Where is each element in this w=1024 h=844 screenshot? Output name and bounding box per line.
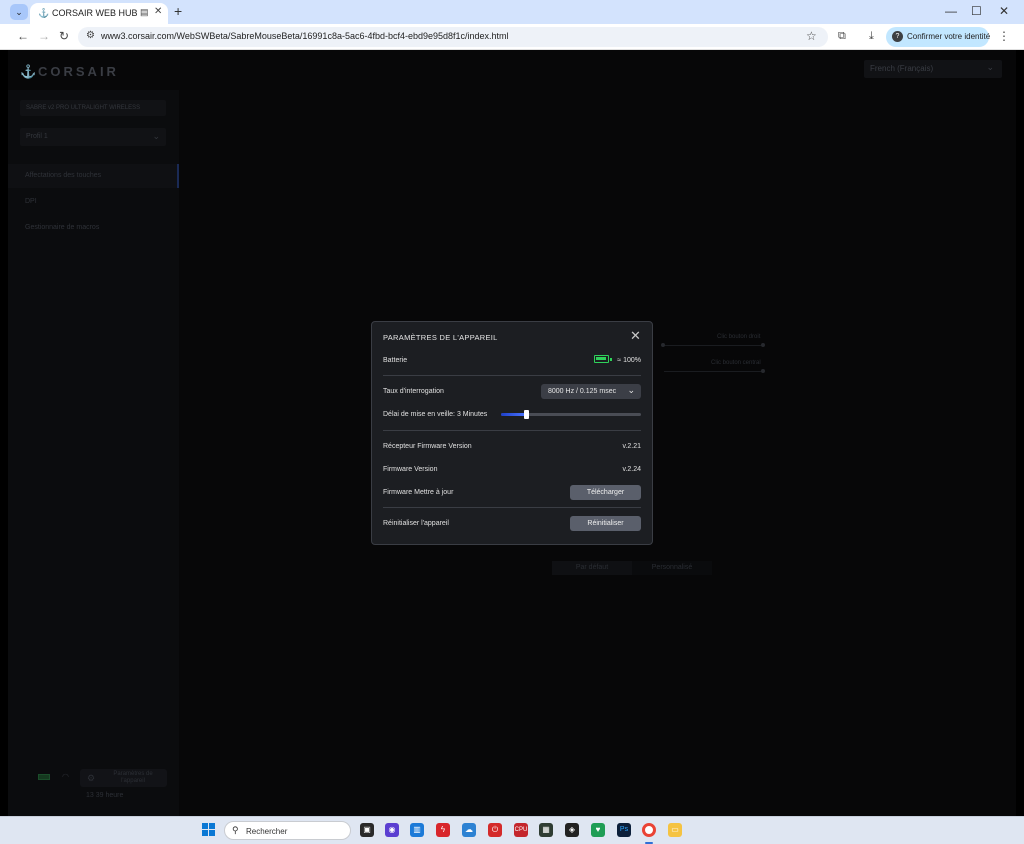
slider-fill <box>501 413 527 416</box>
firmware-value: v.2.24 <box>622 466 641 473</box>
download-button[interactable]: Télécharger <box>570 485 641 500</box>
battery-icon <box>594 355 612 363</box>
corsair-sails-icon: ⚓ <box>20 64 40 79</box>
reload-icon[interactable]: ↻ <box>59 29 69 43</box>
maximize-icon[interactable]: ☐ <box>971 4 982 18</box>
middle-click-label: Clic bouton central <box>711 360 761 366</box>
file-explorer-icon[interactable]: ▭ <box>668 823 682 837</box>
close-icon[interactable]: ✕ <box>630 329 641 342</box>
task-view-icon[interactable]: ▣ <box>360 823 374 837</box>
address-bar[interactable]: ⚙ www3.corsair.com/WebSWBeta/SabreMouseB… <box>78 27 828 47</box>
app-icon[interactable]: ◈ <box>565 823 579 837</box>
firmware-update-label: Firmware Mettre à jour <box>383 489 454 496</box>
battery-value: ≈ 100% <box>617 357 641 364</box>
download-icon[interactable]: ⤓ <box>869 30 874 43</box>
tab-media-icon[interactable]: ▤ <box>140 7 149 18</box>
app-icon[interactable]: ▥ <box>410 823 424 837</box>
divider <box>383 430 641 431</box>
polling-rate-label: Taux d'interrogation <box>383 388 444 395</box>
dialog-title: PARAMÈTRES DE L'APPAREIL <box>383 333 498 342</box>
battery-level-fill <box>596 357 606 360</box>
tab-close-icon[interactable]: ✕ <box>154 6 162 17</box>
windows-taskbar: ⚲ Rechercher ▣ ◉ ▥ ϟ ☁ ⏻ CPU ▦ ◈ ♥ Ps ▭ <box>0 816 1024 844</box>
device-name[interactable]: SABRE v2 PRO ULTRALIGHT WIRELESS <box>20 100 166 116</box>
connector-dot <box>761 343 765 347</box>
new-tab-button[interactable]: + <box>174 3 182 19</box>
bookmark-star-icon[interactable]: ☆ <box>806 29 817 43</box>
battery-icon <box>38 774 50 780</box>
app-icon[interactable]: ☁ <box>462 823 476 837</box>
extensions-icon[interactable]: ⧉ <box>838 30 846 43</box>
app-icon[interactable]: ϟ <box>436 823 450 837</box>
slider-thumb[interactable] <box>524 410 530 419</box>
divider <box>383 375 641 376</box>
receiver-firmware-label: Récepteur Firmware Version <box>383 443 472 450</box>
sidebar-item-dpi[interactable]: DPI <box>8 190 179 214</box>
wireless-icon: ◠ <box>62 772 69 781</box>
power-app-icon[interactable]: ⏻ <box>488 823 502 837</box>
custom-button[interactable]: Personnalisé <box>632 561 712 575</box>
browser-tab[interactable]: ⚓ CORSAIR WEB HUB ▤ ✕ <box>30 3 168 24</box>
divider <box>383 507 641 508</box>
search-icon: ⚲ <box>232 825 239 835</box>
photoshop-icon[interactable]: Ps <box>617 823 631 837</box>
confirm-identity-button[interactable]: ? Confirmer votre identité <box>886 27 990 47</box>
browser-menu-icon[interactable]: ⋮ <box>998 29 1010 43</box>
corsair-logo: ⚓ CORSAIR <box>20 64 119 79</box>
gear-icon: ⚙ <box>87 773 96 783</box>
app-icon[interactable]: ◉ <box>385 823 399 837</box>
url-text[interactable]: www3.corsair.com/WebSWBeta/SabreMouseBet… <box>101 31 509 41</box>
right-click-label: Clic bouton droit <box>717 334 761 340</box>
battery-time-left: 13 39 heure <box>86 792 124 799</box>
taskbar-search-input[interactable]: ⚲ Rechercher <box>224 821 351 840</box>
profile-select[interactable]: Profil 1 ⌄ <box>20 128 166 146</box>
default-button[interactable]: Par défaut <box>552 561 632 575</box>
device-settings-dialog: PARAMÈTRES DE L'APPAREIL ✕ Batterie ≈ 10… <box>371 321 653 545</box>
firmware-label: Firmware Version <box>383 466 438 473</box>
receiver-firmware-value: v.2.21 <box>622 443 641 450</box>
app-icon[interactable]: ▦ <box>539 823 553 837</box>
tab-title: CORSAIR WEB HUB <box>52 8 138 18</box>
connector-line <box>664 371 764 372</box>
chevron-down-icon: ⌄ <box>627 385 635 395</box>
sleep-timeout-label: Délai de mise en veille: 3 Minutes <box>383 411 488 418</box>
browser-tab-bar: ⌄ ⚓ CORSAIR WEB HUB ▤ ✕ + — ☐ ✕ <box>0 0 1024 24</box>
sidebar-item-macros[interactable]: Gestionnaire de macros <box>8 216 179 240</box>
device-settings-button[interactable]: ⚙ Paramètres de l'appareil <box>80 769 167 787</box>
sidebar-item-key-assignments[interactable]: Affectations des touches <box>8 164 179 188</box>
chevron-down-icon: ⌄ <box>152 131 160 141</box>
polling-rate-select[interactable]: 8000 Hz / 0.125 msec ⌄ <box>541 384 641 399</box>
chrome-icon[interactable] <box>642 823 656 837</box>
connector-line <box>664 345 764 346</box>
app-icon[interactable]: ♥ <box>591 823 605 837</box>
minimize-icon[interactable]: — <box>945 4 957 18</box>
browser-toolbar: ← → ↻ ⚙ www3.corsair.com/WebSWBeta/Sabre… <box>0 24 1024 50</box>
windows-start-icon[interactable] <box>202 823 216 837</box>
cpu-app-icon[interactable]: CPU <box>514 823 528 837</box>
reset-device-label: Réinitialiser l'appareil <box>383 520 449 527</box>
profile-icon: ? <box>892 31 903 42</box>
battery-label: Batterie <box>383 357 408 364</box>
corsair-favicon-icon: ⚓ <box>38 8 50 18</box>
back-arrow-icon[interactable]: ← <box>17 29 29 43</box>
site-info-icon[interactable]: ⚙ <box>86 30 95 41</box>
connector-dot <box>761 369 765 373</box>
close-window-icon[interactable]: ✕ <box>999 4 1009 18</box>
language-select[interactable]: French (Français) ⌄ <box>864 60 1002 78</box>
tab-search-button[interactable]: ⌄ <box>10 4 28 20</box>
forward-arrow-icon[interactable]: → <box>38 29 50 43</box>
chevron-down-icon: ⌄ <box>986 62 994 72</box>
reset-button[interactable]: Réinitialiser <box>570 516 641 531</box>
connector-dot <box>661 343 665 347</box>
sidebar: SABRE v2 PRO ULTRALIGHT WIRELESS Profil … <box>8 90 179 816</box>
sleep-timeout-slider[interactable] <box>501 410 641 419</box>
